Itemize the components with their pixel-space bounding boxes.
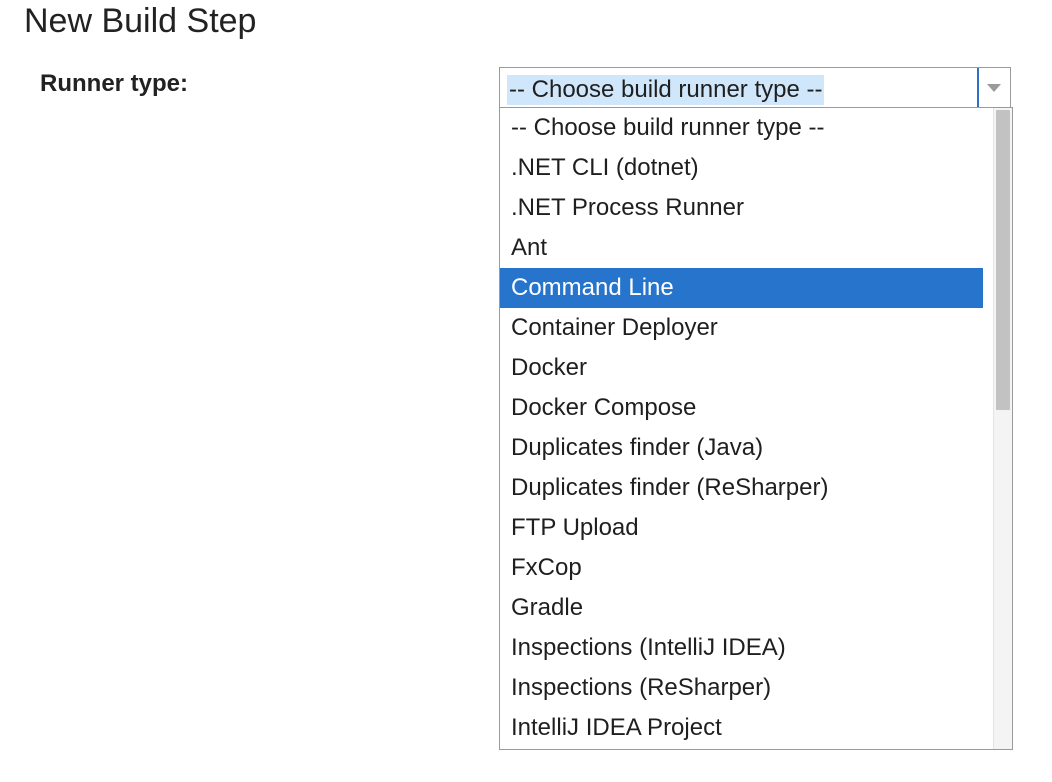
runner-type-option[interactable]: FTP Upload [500, 508, 983, 548]
chevron-down-icon [987, 83, 1001, 92]
runner-type-select[interactable]: -- Choose build runner type -- [499, 67, 1011, 107]
runner-type-option[interactable]: Docker [500, 348, 983, 388]
runner-type-option[interactable]: Duplicates finder (ReSharper) [500, 468, 983, 508]
runner-type-option[interactable]: Inspections (IntelliJ IDEA) [500, 628, 983, 668]
runner-type-option[interactable]: Docker Compose [500, 388, 983, 428]
runner-type-option[interactable]: Container Deployer [500, 308, 983, 348]
runner-type-option[interactable]: Duplicates finder (Java) [500, 428, 983, 468]
options-container: -- Choose build runner type -- .NET CLI (… [500, 108, 1012, 748]
runner-type-option[interactable]: IntelliJ IDEA Project [500, 708, 983, 748]
runner-type-option[interactable]: .NET CLI (dotnet) [500, 148, 983, 188]
runner-type-option[interactable]: .NET Process Runner [500, 188, 983, 228]
scrollbar-thumb[interactable] [996, 110, 1010, 410]
dropdown-arrow-button[interactable] [978, 68, 1010, 107]
runner-type-options-list[interactable]: -- Choose build runner type -- .NET CLI (… [499, 107, 1013, 750]
runner-type-option[interactable]: Ant [500, 228, 983, 268]
runner-type-option[interactable]: Inspections (ReSharper) [500, 668, 983, 708]
runner-type-option[interactable]: Gradle [500, 588, 983, 628]
runner-type-option[interactable]: -- Choose build runner type -- [500, 108, 983, 148]
runner-type-option[interactable]: FxCop [500, 548, 983, 588]
runner-type-label: Runner type: [40, 70, 189, 97]
page-title: New Build Step [24, 2, 257, 40]
runner-type-option[interactable]: Command Line [500, 268, 983, 308]
scrollbar-track[interactable] [993, 108, 1012, 749]
new-build-step-page: New Build Step Runner type: -- Choose bu… [0, 0, 1052, 782]
runner-type-select-value: -- Choose build runner type -- [507, 75, 825, 105]
